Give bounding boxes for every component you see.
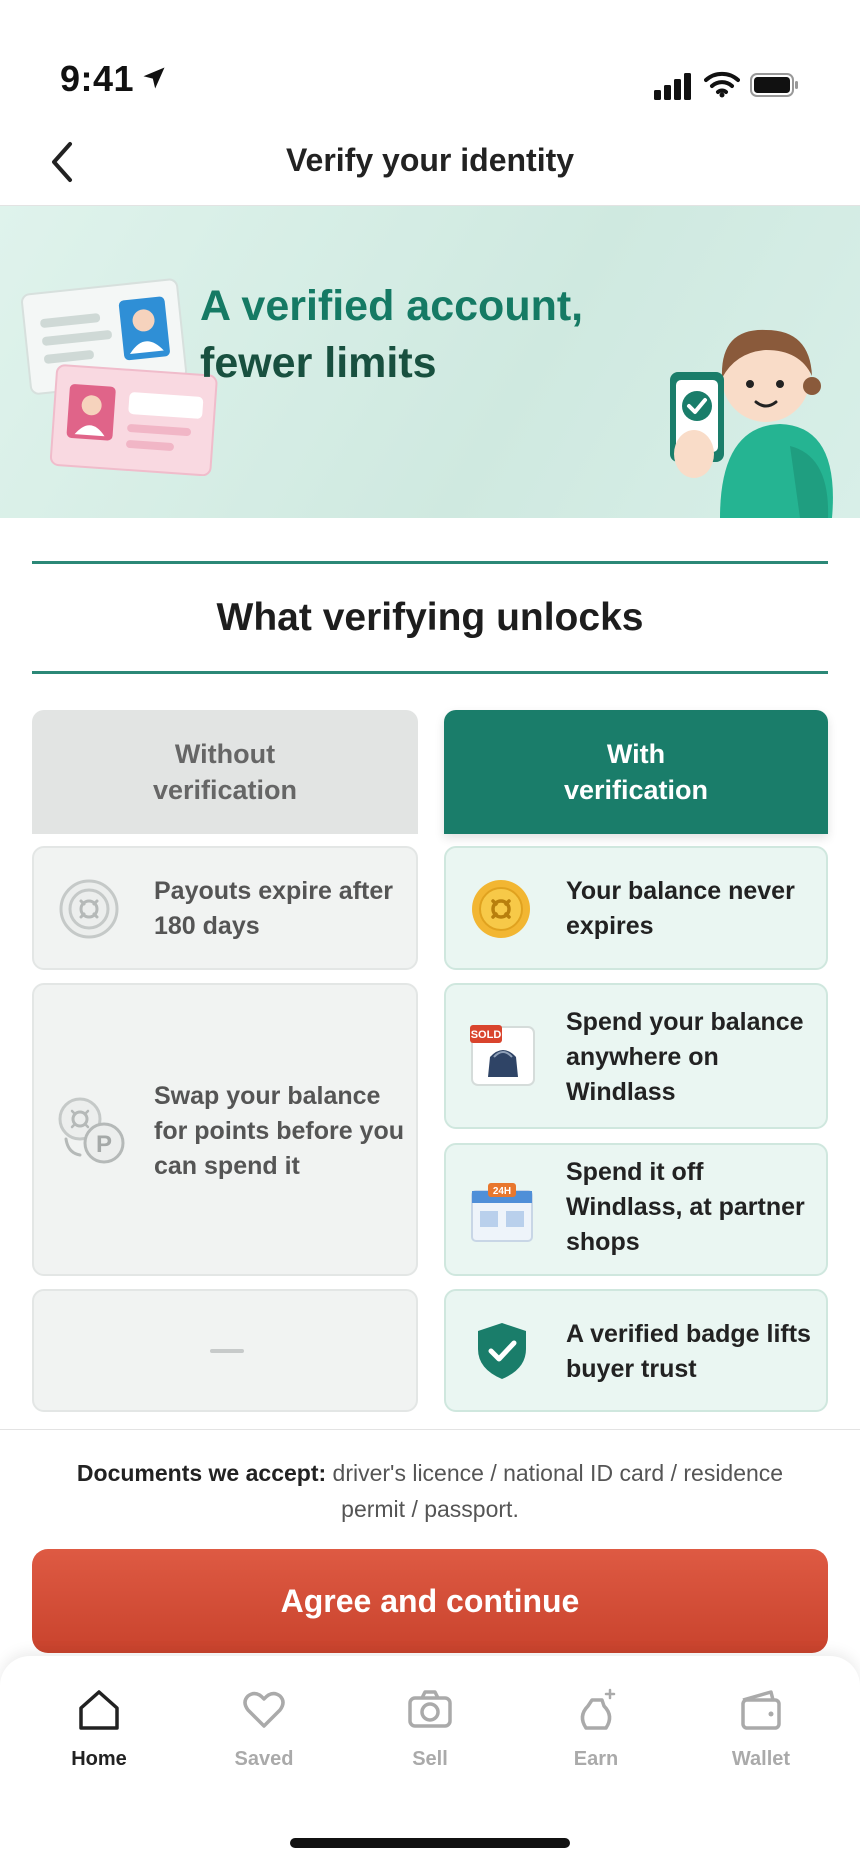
tab-earn-label: Earn [573,1748,619,1770]
24h-label: 24H [493,1186,511,1197]
tab-saved[interactable]: Saved [204,1686,324,1771]
without-row-payouts: Payouts expire after 180 days [32,846,418,970]
coin-to-points-icon: P [58,1097,125,1164]
without-row-badge-none [32,1289,418,1412]
location-arrow-icon [143,67,165,89]
with-row-verified-badge: A verified badge lifts buyer trust [444,1289,828,1412]
shop-24h-icon: 24H [471,1183,533,1242]
tab-sell-label: Sell [412,1748,448,1770]
status-time: 9:41 [60,58,135,99]
id-cards-illustration-icon [21,278,218,476]
tab-wallet[interactable]: Wallet [701,1686,821,1771]
tab-wallet-label: Wallet [731,1748,791,1770]
without-row-swap: P Swap your balance for points before yo… [32,983,418,1276]
unlocks-section-heading: What verifying unlocks [32,561,828,674]
with-row-balance: Your balance never expires [444,846,828,970]
wallet-icon [741,1690,781,1730]
heart-icon [243,1691,285,1728]
wifi-icon [704,71,740,98]
with-row-partner-shops-text: Spend it off Windlass, at partner shops [566,1158,805,1256]
sparkle-bag-icon [580,1688,616,1730]
tab-saved-label: Saved [234,1748,294,1770]
with-header-line2: verification [563,775,709,805]
hero-headline-line2: fewer limits [200,339,437,387]
with-row-spend-anywhere-text: Spend your balance anywhere on Windlass [566,1008,804,1106]
with-row-balance-text: Your balance never expires [566,877,795,940]
with-row-partner-shops: 24H Spend it off Windlass, at partner sh… [444,1143,828,1276]
svg-text:P: P [96,1131,112,1158]
with-row-verified-badge-text: A verified badge lifts buyer trust [566,1320,811,1383]
agree-and-continue-button[interactable]: Agree and continue [32,1549,828,1653]
sold-bag-icon: SOLD [470,1025,535,1086]
gold-coin-icon [472,880,530,938]
without-header-line2: verification [152,775,298,805]
without-header-line1: Without [174,739,276,769]
with-verification-header: With verification [444,710,828,834]
status-bar: 9:41 [0,0,860,120]
hero-headline-line1: A verified account, [200,282,584,330]
without-row-payouts-text: Payouts expire after 180 days [154,877,393,940]
docs-list: driver's licence / national ID card / re… [332,1460,784,1522]
coin-icon [59,879,119,939]
battery-icon [750,73,798,97]
hero-banner: A verified account, fewer limits [0,206,860,518]
person-with-phone-illustration-icon [670,329,833,518]
section-title: What verifying unlocks [216,596,644,639]
tab-earn[interactable]: Earn [536,1686,656,1771]
tab-sell[interactable]: Sell [370,1686,490,1771]
tab-home-label: Home [71,1748,127,1770]
without-row-swap-text: Swap your balance for points before you … [154,1082,404,1180]
with-header-line1: With [606,739,666,769]
with-row-spend-anywhere: SOLD Spend your balance anywhere on Wind… [444,983,828,1129]
accepted-documents-note: Documents we accept: driver's licence / … [50,1455,810,1527]
sold-label: SOLD [471,1029,502,1041]
cellular-signal-icon [654,73,691,100]
none-dash [210,1349,244,1353]
home-indicator [290,1838,570,1848]
home-icon [79,1690,119,1730]
hero-headline: A verified account, fewer limits [200,278,583,392]
tab-home[interactable]: Home [39,1686,159,1771]
page-title: Verify your identity [285,142,575,178]
docs-label: Documents we accept: [76,1460,327,1486]
nav-bar: Verify your identity [0,120,860,206]
divider [0,1429,860,1430]
bottom-tab-bar: Home Saved Sell Earn Wallet [0,1656,860,1864]
without-verification-header: Without verification [32,710,418,834]
camera-icon [408,1690,452,1728]
verified-shield-icon [478,1323,526,1379]
